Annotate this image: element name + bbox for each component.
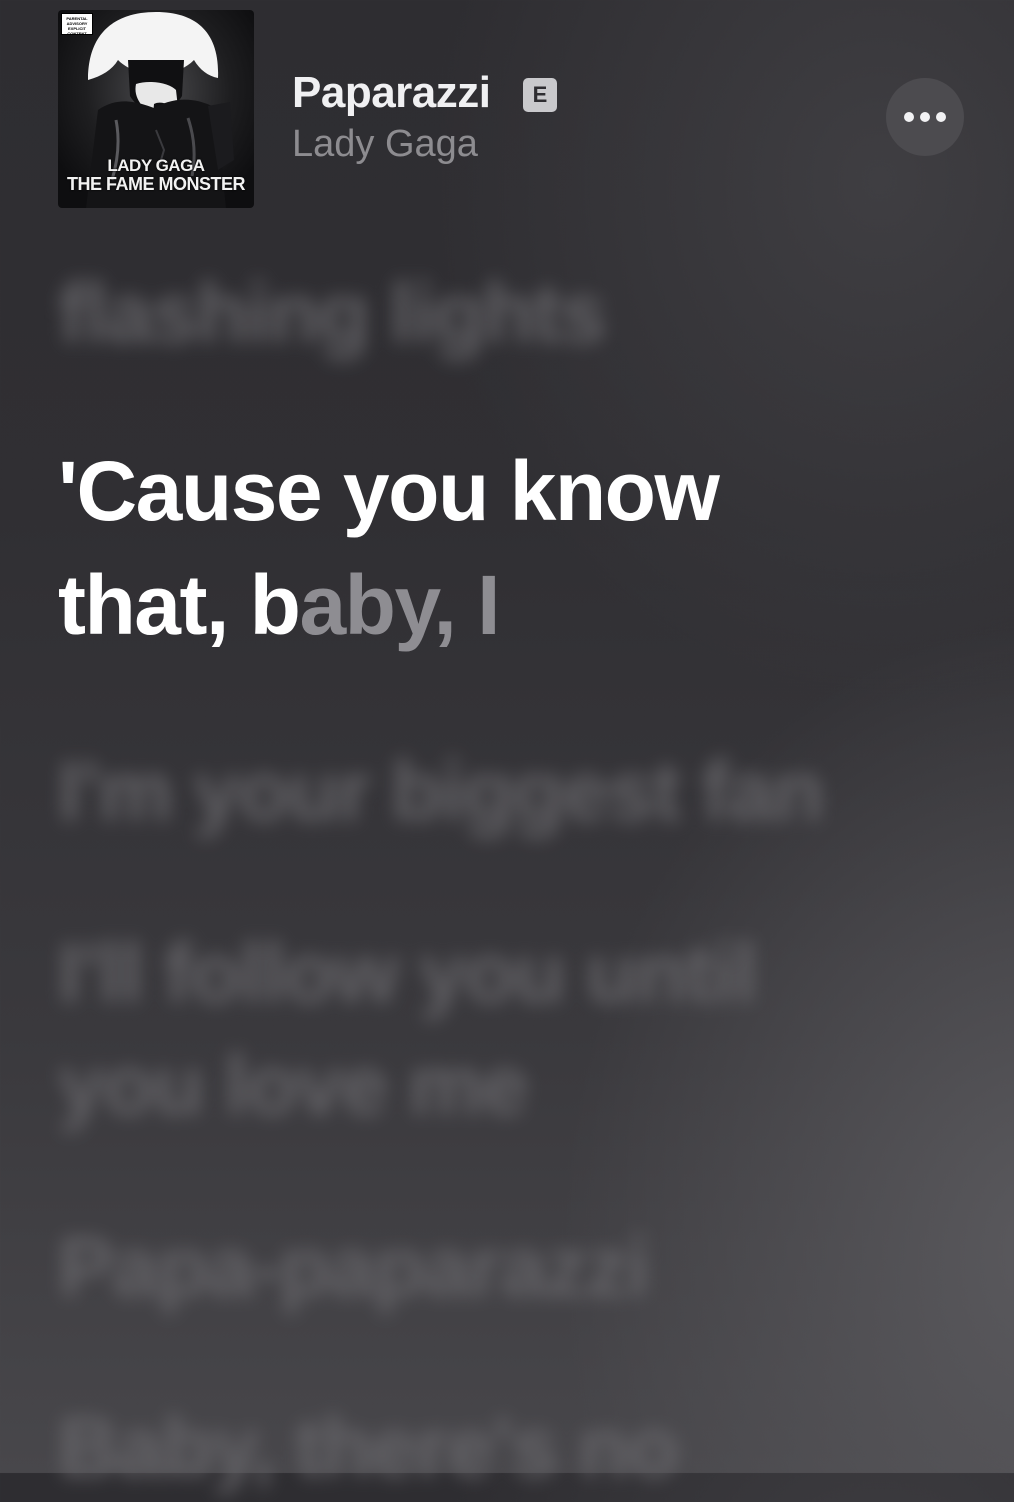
lyric-line-next[interactable]: Baby, there's no: [58, 1392, 679, 1502]
lyric-line-next-continued[interactable]: you love me: [58, 1030, 529, 1140]
artist-name[interactable]: Lady Gaga: [292, 123, 478, 166]
ellipsis-dot: [920, 112, 930, 122]
album-art-artist-text: LADY GAGA: [107, 156, 205, 175]
parental-advisory-label: PARENTAL ADVISORY EXPLICIT CONTENT: [61, 13, 93, 36]
song-title[interactable]: Paparazzi: [292, 68, 491, 118]
album-art-album-text: THE FAME MONSTER: [66, 174, 246, 194]
lyric-line-next[interactable]: Papa-paparazzi: [58, 1212, 650, 1322]
lyric-line-current[interactable]: 'Cause you know: [58, 436, 720, 546]
lyric-line-next[interactable]: I'll follow you until: [58, 918, 757, 1028]
lyric-line-current-continued[interactable]: that, baby, I: [58, 550, 500, 660]
lyric-pending-portion: aby, I: [299, 558, 500, 652]
ellipsis-dot: [904, 112, 914, 122]
lyric-sung-portion: that, b: [58, 558, 301, 652]
now-playing-header: PARENTAL ADVISORY EXPLICIT CONTENT LADY …: [0, 0, 1014, 230]
ellipsis-dot: [936, 112, 946, 122]
explicit-badge-icon: E: [523, 78, 557, 112]
more-options-button[interactable]: [886, 78, 964, 156]
lyric-line-previous[interactable]: flashing lights: [58, 258, 606, 368]
album-artwork[interactable]: PARENTAL ADVISORY EXPLICIT CONTENT LADY …: [58, 10, 254, 208]
lyric-line-next[interactable]: I'm your biggest fan: [58, 736, 824, 846]
